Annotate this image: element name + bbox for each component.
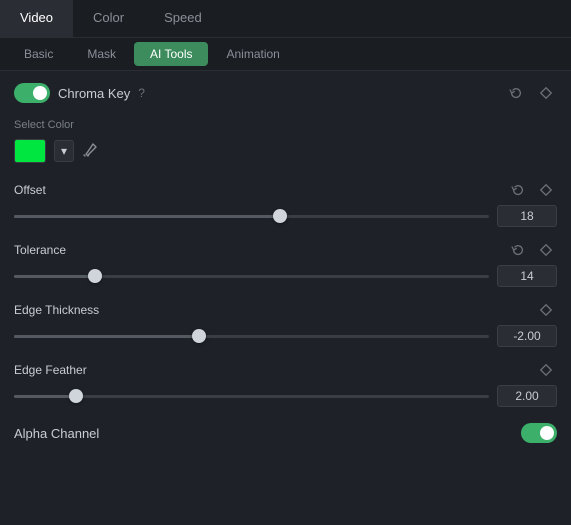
chroma-key-row: Chroma Key ? [14, 83, 557, 103]
alpha-channel-toggle[interactable] [521, 423, 557, 443]
tolerance-reset-button[interactable] [507, 241, 529, 259]
chroma-key-toggle[interactable] [14, 83, 50, 103]
edge-thickness-section: Edge Thickness -2.00 [14, 301, 557, 347]
chroma-key-diamond-button[interactable] [535, 84, 557, 102]
tolerance-header: Tolerance [14, 241, 557, 259]
edge-feather-value[interactable]: 2.00 [497, 385, 557, 407]
offset-section: Offset [14, 181, 557, 227]
tolerance-section: Tolerance [14, 241, 557, 287]
alpha-channel-row: Alpha Channel [14, 423, 557, 443]
edge-feather-slider-track[interactable] [14, 386, 489, 406]
tolerance-value[interactable]: 14 [497, 265, 557, 287]
select-color-label: Select Color [14, 119, 557, 131]
edge-thickness-diamond-button[interactable] [535, 301, 557, 319]
tolerance-label: Tolerance [14, 243, 66, 257]
edge-thickness-value[interactable]: -2.00 [497, 325, 557, 347]
color-swatch[interactable] [14, 139, 46, 163]
edge-thickness-slider-track[interactable] [14, 326, 489, 346]
tab-video[interactable]: Video [0, 0, 73, 37]
edge-thickness-slider-row: -2.00 [14, 325, 557, 347]
edge-thickness-header: Edge Thickness [14, 301, 557, 319]
help-icon[interactable]: ? [138, 86, 145, 100]
subtab-animation[interactable]: Animation [210, 42, 295, 66]
edge-feather-label: Edge Feather [14, 363, 87, 377]
edge-thickness-controls [535, 301, 557, 319]
tolerance-diamond-button[interactable] [535, 241, 557, 259]
offset-header: Offset [14, 181, 557, 199]
subtab-ai-tools[interactable]: AI Tools [134, 42, 208, 66]
offset-slider-row: 18 [14, 205, 557, 227]
top-tabs: Video Color Speed [0, 0, 571, 38]
sub-tabs: Basic Mask AI Tools Animation [0, 38, 571, 71]
offset-value[interactable]: 18 [497, 205, 557, 227]
chevron-down-icon: ▾ [61, 144, 67, 158]
chroma-key-left: Chroma Key ? [14, 83, 145, 103]
edge-feather-slider-row: 2.00 [14, 385, 557, 407]
tab-speed[interactable]: Speed [144, 0, 222, 37]
tolerance-controls [507, 241, 557, 259]
color-select-row: ▾ [14, 139, 557, 163]
offset-label: Offset [14, 183, 46, 197]
color-dropdown-button[interactable]: ▾ [54, 140, 74, 162]
chroma-key-right [505, 84, 557, 102]
offset-controls [507, 181, 557, 199]
tolerance-slider-track[interactable] [14, 266, 489, 286]
edge-feather-diamond-button[interactable] [535, 361, 557, 379]
tolerance-slider-row: 14 [14, 265, 557, 287]
alpha-channel-label: Alpha Channel [14, 426, 99, 441]
subtab-basic[interactable]: Basic [8, 42, 69, 66]
edge-thickness-label: Edge Thickness [14, 303, 99, 317]
eyedropper-button[interactable] [82, 142, 98, 161]
offset-slider-track[interactable] [14, 206, 489, 226]
offset-reset-button[interactable] [507, 181, 529, 199]
edge-feather-controls [535, 361, 557, 379]
chroma-key-label: Chroma Key [58, 86, 130, 101]
chroma-key-reset-button[interactable] [505, 84, 527, 102]
content-area: Chroma Key ? Select Color ▾ [0, 71, 571, 455]
edge-feather-section: Edge Feather 2.00 [14, 361, 557, 407]
subtab-mask[interactable]: Mask [71, 42, 132, 66]
edge-feather-header: Edge Feather [14, 361, 557, 379]
offset-diamond-button[interactable] [535, 181, 557, 199]
tab-color[interactable]: Color [73, 0, 144, 37]
